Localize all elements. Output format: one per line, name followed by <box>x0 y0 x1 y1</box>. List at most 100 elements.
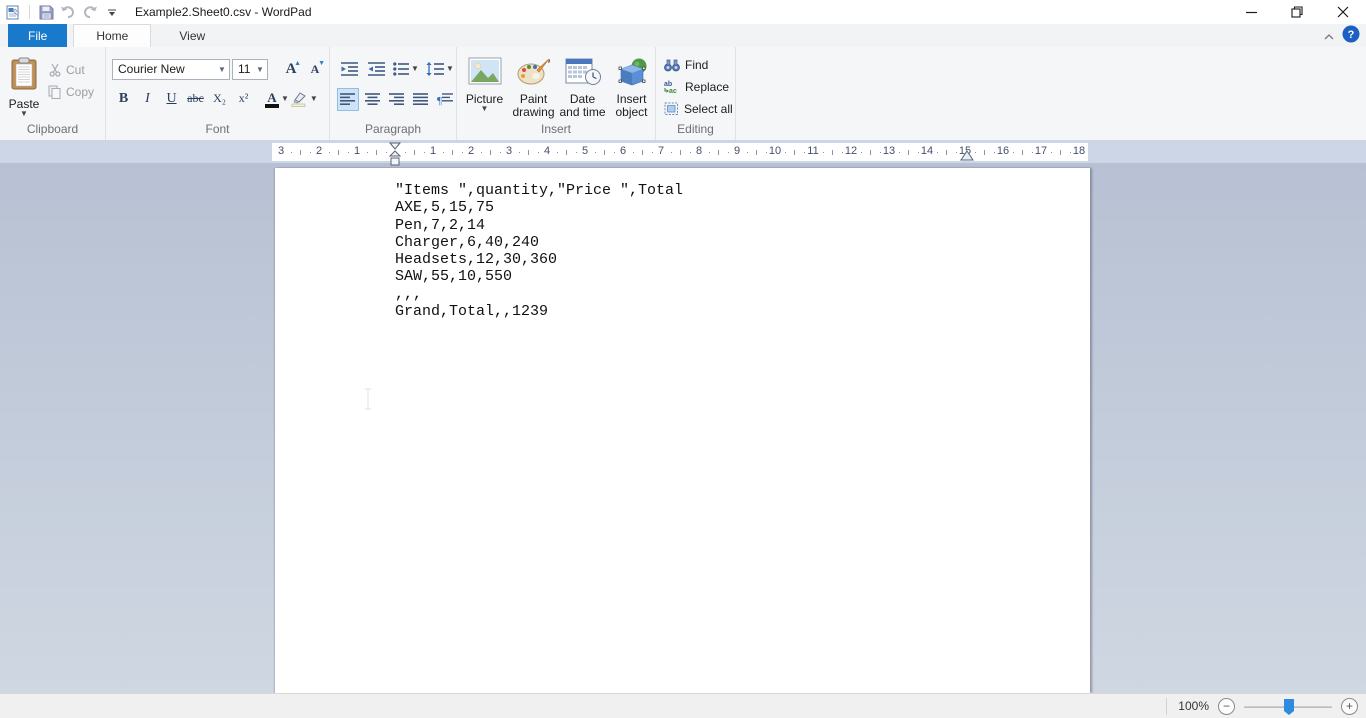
zoom-out-button[interactable]: − <box>1218 698 1235 715</box>
customize-qat-icon[interactable] <box>103 3 121 21</box>
ruler-tick <box>481 152 482 153</box>
ruler-tick <box>804 152 805 153</box>
ruler-tick <box>1060 150 1061 155</box>
redo-icon[interactable] <box>81 3 99 21</box>
ruler-tick <box>975 152 976 153</box>
minimize-icon[interactable] <box>1228 0 1274 24</box>
select-all-label: Select all <box>684 102 733 116</box>
ruler-tick <box>614 152 615 153</box>
font-color-dropdown-icon: ▼ <box>281 94 289 103</box>
ruler-tick: 18 <box>1073 145 1085 157</box>
replace-button[interactable]: abac Replace <box>664 77 735 96</box>
quick-access-toolbar <box>0 3 121 21</box>
bold-button[interactable]: B <box>112 87 135 110</box>
ruler-tick: 1 <box>354 145 360 157</box>
superscript-button[interactable]: x² <box>232 87 255 110</box>
insert-object-label: Insert object <box>608 93 655 119</box>
strikethrough-button[interactable]: abc <box>184 87 207 110</box>
bullets-button[interactable]: ▼ <box>391 57 421 80</box>
underline-button[interactable]: U <box>160 87 183 110</box>
document-page[interactable]: "Items ",quantity,"Price ",TotalAXE,5,15… <box>275 168 1090 693</box>
ruler-tick <box>462 152 463 153</box>
group-label-editing: Editing <box>656 122 735 136</box>
close-icon[interactable] <box>1320 0 1366 24</box>
left-indent-marker[interactable] <box>389 157 401 166</box>
copy-button[interactable]: Copy <box>48 83 94 101</box>
align-right-button[interactable] <box>386 88 407 111</box>
subscript-button[interactable]: X₂ <box>208 87 231 110</box>
font-color-button[interactable]: A ▼ <box>265 87 289 110</box>
ruler-tick: 17 <box>1035 145 1047 157</box>
tab-view[interactable]: View <box>157 24 227 47</box>
wordpad-app-icon[interactable] <box>4 3 22 21</box>
ruler-tick: 5 <box>582 145 588 157</box>
align-left-button[interactable] <box>337 88 359 111</box>
object-cube-icon <box>615 57 649 90</box>
highlight-color-button[interactable]: ▼ <box>290 87 318 110</box>
zoom-percentage: 100% <box>1178 699 1209 713</box>
shrink-font-button[interactable]: A▼ <box>304 58 326 80</box>
ruler-tick <box>633 152 634 153</box>
font-family-dropdown-icon: ▼ <box>214 60 229 79</box>
font-family-value: Courier New <box>118 62 185 76</box>
help-icon[interactable]: ? <box>1342 25 1360 46</box>
ruler-tick <box>338 150 339 155</box>
paste-clipboard-icon <box>9 57 39 94</box>
align-center-button[interactable] <box>362 88 383 111</box>
line-spacing-button[interactable]: ▼ <box>424 57 456 80</box>
cut-button[interactable]: Cut <box>48 61 94 79</box>
grow-font-button[interactable]: A▲ <box>280 58 302 80</box>
ruler-tick <box>680 150 681 155</box>
increase-indent-button[interactable] <box>364 57 388 80</box>
document-line: SAW,55,10,550 <box>395 268 683 285</box>
picture-icon <box>468 57 502 90</box>
ribbon-tabs: File Home View ? <box>0 24 1366 47</box>
svg-text:?: ? <box>1348 29 1355 41</box>
highlight-dropdown-icon: ▼ <box>310 94 318 103</box>
group-insert: Picture ▼ Paint drawing Date and time In… <box>457 47 656 140</box>
document-line: ,,, <box>395 286 683 303</box>
decrease-indent-button[interactable] <box>337 57 361 80</box>
document-text[interactable]: "Items ",quantity,"Price ",TotalAXE,5,15… <box>395 182 683 320</box>
select-all-button[interactable]: Select all <box>664 99 735 118</box>
ruler-tick <box>557 152 558 153</box>
select-all-icon <box>664 102 679 116</box>
hanging-indent-marker[interactable] <box>389 150 401 157</box>
font-family-combobox[interactable]: Courier New ▼ <box>112 59 230 80</box>
zoom-in-button[interactable]: + <box>1341 698 1358 715</box>
ruler-tick: 14 <box>921 145 933 157</box>
minimize-ribbon-icon[interactable] <box>1324 29 1334 43</box>
justify-button[interactable] <box>410 88 431 111</box>
ruler-tick: 13 <box>883 145 895 157</box>
status-bar: 100% − + <box>0 693 1366 718</box>
save-icon[interactable] <box>37 3 55 21</box>
ruler-tick <box>329 152 330 153</box>
paste-dropdown-icon: ▼ <box>20 111 28 117</box>
zoom-slider-thumb[interactable] <box>1284 699 1294 711</box>
ibeam-cursor <box>362 388 374 410</box>
ruler-tick <box>490 150 491 155</box>
ruler-tick <box>766 152 767 153</box>
ruler-tick <box>984 150 985 155</box>
font-size-combobox[interactable]: 11 ▼ <box>232 59 268 80</box>
highlighter-icon <box>290 91 308 107</box>
ruler-tick <box>652 152 653 153</box>
tab-home[interactable]: Home <box>73 24 151 47</box>
group-editing: Find abac Replace Select all Editing <box>656 47 736 140</box>
ruler-tick: 1 <box>430 145 436 157</box>
right-indent-marker[interactable] <box>960 150 974 161</box>
paint-drawing-label: Paint drawing <box>510 93 557 119</box>
find-button[interactable]: Find <box>664 55 735 74</box>
ruler-tick <box>386 152 387 153</box>
ruler-tick <box>832 150 833 155</box>
ruler-tick <box>519 152 520 153</box>
zoom-slider[interactable] <box>1244 698 1332 715</box>
italic-button[interactable]: I <box>136 87 159 110</box>
ruler-tick <box>604 150 605 155</box>
first-line-indent-marker[interactable] <box>389 142 401 150</box>
tab-file[interactable]: File <box>8 24 67 47</box>
font-color-swatch <box>265 104 279 108</box>
restore-icon[interactable] <box>1274 0 1320 24</box>
undo-icon[interactable] <box>59 3 77 21</box>
paragraph-settings-button[interactable]: ¶ <box>435 88 456 111</box>
